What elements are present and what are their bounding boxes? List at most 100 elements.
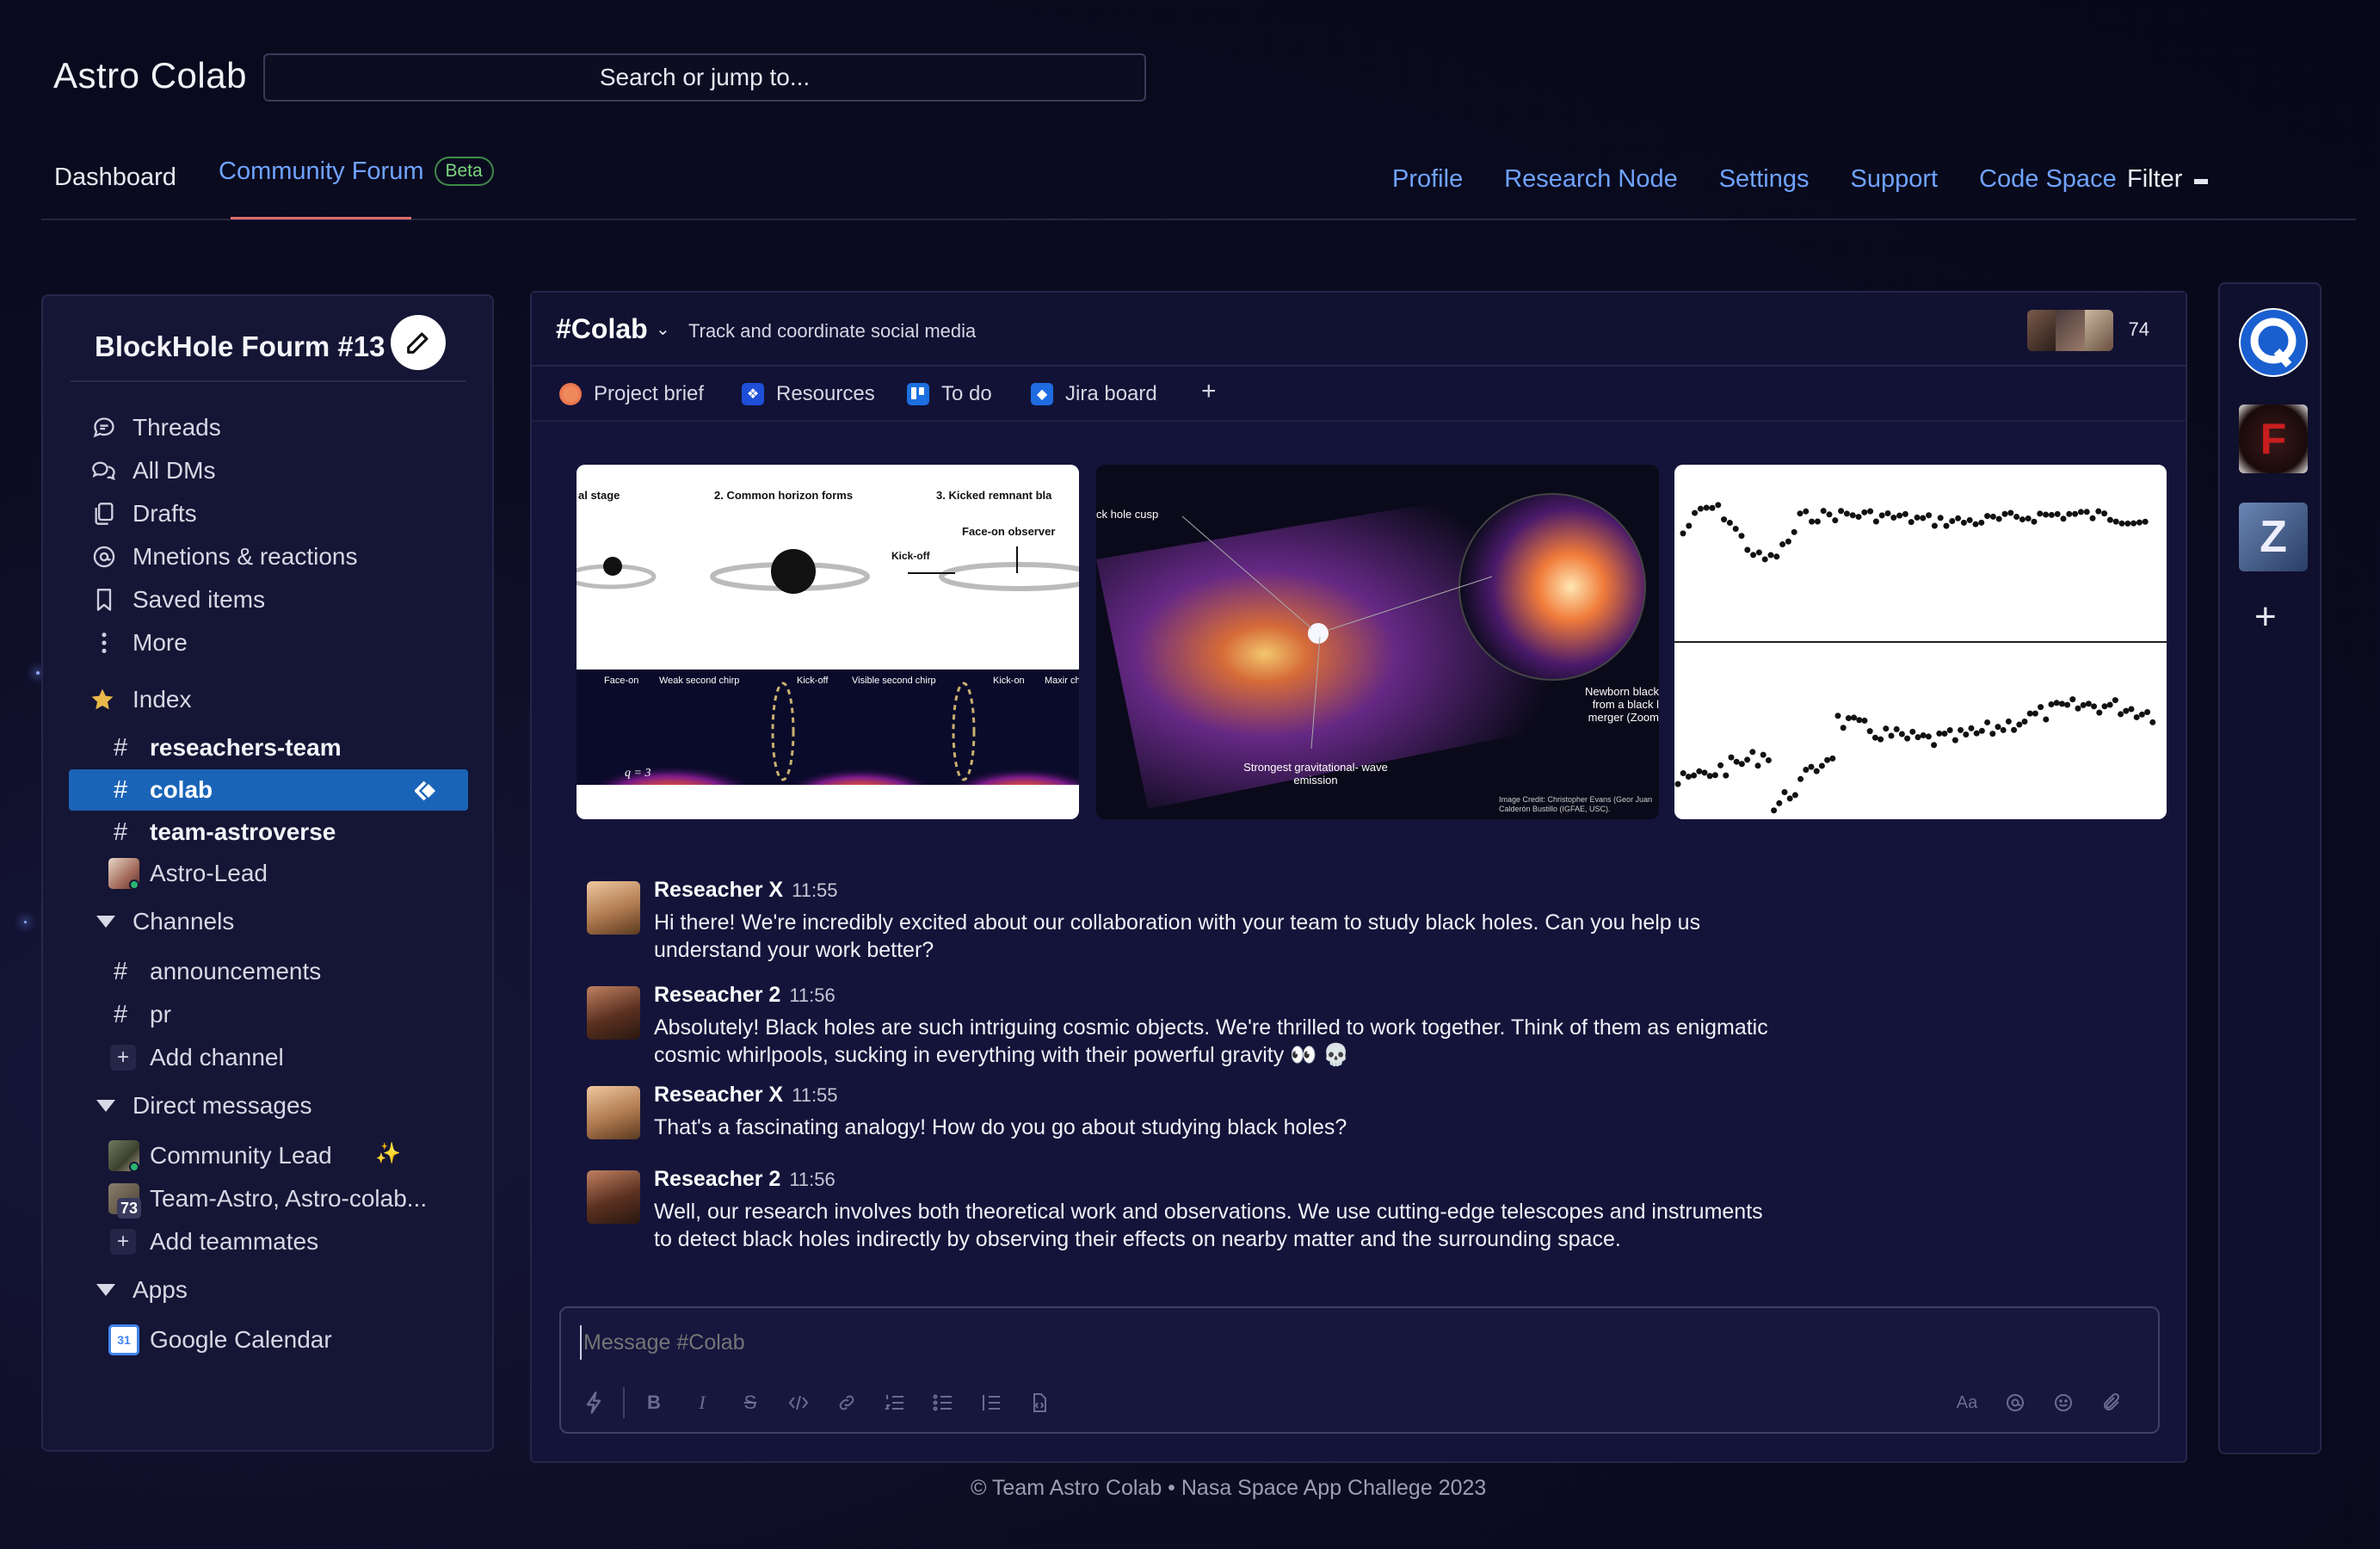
sidebar-item-more[interactable]: More bbox=[43, 623, 492, 663]
tab-resources[interactable]: ❖ Resources bbox=[742, 382, 875, 406]
plot-point bbox=[1696, 768, 1703, 774]
nav-dashboard[interactable]: Dashboard bbox=[54, 164, 176, 192]
nav-code-space[interactable]: Code Space bbox=[1979, 165, 2117, 194]
message-author[interactable]: Reseacher X 11:55 bbox=[654, 878, 838, 903]
plot-point bbox=[1936, 730, 1943, 737]
text-format-icon[interactable]: Aa bbox=[1951, 1387, 1982, 1418]
edit-icon bbox=[407, 332, 429, 354]
workspace-header: BlockHole Fourm #13 bbox=[43, 296, 492, 382]
emoji-icon[interactable] bbox=[2048, 1387, 2079, 1418]
section-channels[interactable]: Channels bbox=[43, 902, 492, 941]
shortcuts-lightning-icon[interactable] bbox=[578, 1387, 609, 1418]
online-status-icon bbox=[129, 1162, 139, 1172]
dm-team-astro-group[interactable]: 73 Team-Astro, Astro-colab... bbox=[43, 1179, 492, 1219]
plot-point bbox=[1779, 541, 1786, 548]
quora-app-icon[interactable] bbox=[2239, 308, 2308, 377]
link-icon[interactable] bbox=[831, 1387, 862, 1418]
blockquote-icon[interactable] bbox=[976, 1387, 1007, 1418]
avatar[interactable] bbox=[587, 1170, 640, 1224]
red-f-app-icon[interactable]: F bbox=[2239, 404, 2308, 473]
add-app-button[interactable]: + bbox=[2254, 596, 2277, 639]
plot-point bbox=[1931, 742, 1938, 749]
channel-announcements[interactable]: # announcements bbox=[43, 952, 492, 991]
code-block-icon[interactable] bbox=[1024, 1387, 1055, 1418]
nav-research-node[interactable]: Research Node bbox=[1504, 165, 1678, 194]
sidebar-section-index[interactable]: Index bbox=[43, 680, 492, 719]
tab-to-do[interactable]: To do bbox=[907, 382, 992, 406]
channel-team-astroverse[interactable]: # team-astroverse bbox=[43, 812, 492, 852]
jira-icon: ◆ bbox=[1031, 383, 1053, 405]
diagram-label: Kick-off bbox=[891, 550, 931, 562]
plot-point bbox=[2001, 510, 2008, 517]
sidebar-item-threads[interactable]: Threads bbox=[43, 408, 492, 447]
sidebar-item-label: Saved items bbox=[133, 586, 266, 613]
message-input[interactable] bbox=[580, 1325, 1785, 1360]
diagram-label: Kick-on bbox=[993, 676, 1025, 686]
attach-paperclip-icon[interactable] bbox=[2096, 1387, 2127, 1418]
channel-panel: #Colab ⌄ Track and coordinate social med… bbox=[530, 291, 2187, 1463]
plot-point bbox=[1692, 509, 1699, 516]
channel-pr[interactable]: # pr bbox=[43, 995, 492, 1034]
plot-point bbox=[1966, 516, 1973, 523]
message-author[interactable]: Reseacher 2 11:56 bbox=[654, 1167, 835, 1192]
chevron-down-icon[interactable]: ⌄ bbox=[656, 318, 670, 340]
add-tab-button[interactable]: + bbox=[1201, 377, 1217, 406]
nav-community-forum[interactable]: Community Forum Beta bbox=[219, 157, 494, 186]
sidebar-item-saved[interactable]: Saved items bbox=[43, 580, 492, 620]
z-app-icon[interactable]: Z bbox=[2239, 503, 2308, 571]
dm-community-lead[interactable]: Community Lead ✨ bbox=[43, 1136, 492, 1176]
plot-point bbox=[1908, 519, 1914, 526]
bulleted-list-icon[interactable] bbox=[928, 1387, 959, 1418]
dm-astro-lead[interactable]: Astro-Lead bbox=[43, 854, 492, 893]
avatar[interactable] bbox=[587, 1086, 640, 1139]
plot-point bbox=[1914, 734, 1921, 741]
plot-point bbox=[1771, 807, 1778, 814]
section-apps[interactable]: Apps bbox=[43, 1270, 492, 1310]
italic-icon[interactable]: I bbox=[687, 1387, 718, 1418]
message-author[interactable]: Reseacher X 11:55 bbox=[654, 1083, 838, 1108]
attachment-image-plots[interactable] bbox=[1674, 465, 2167, 819]
tab-jira-board[interactable]: ◆ Jira board bbox=[1031, 382, 1157, 406]
plot-point bbox=[1978, 727, 1985, 734]
add-channel-button[interactable]: + Add channel bbox=[43, 1038, 492, 1077]
channel-title[interactable]: #Colab bbox=[556, 313, 648, 345]
section-direct-messages[interactable]: Direct messages bbox=[43, 1086, 492, 1126]
nav-profile[interactable]: Profile bbox=[1392, 165, 1463, 194]
sidebar-item-all-dms[interactable]: All DMs bbox=[43, 451, 492, 491]
sidebar-item-drafts[interactable]: Drafts bbox=[43, 494, 492, 534]
message-text: Absolutely! Black holes are such intrigu… bbox=[654, 1015, 1768, 1067]
strikethrough-icon[interactable]: S bbox=[735, 1387, 766, 1418]
tab-project-brief[interactable]: Project brief bbox=[559, 382, 704, 406]
plot-point bbox=[2043, 511, 2050, 518]
ordered-list-icon[interactable] bbox=[879, 1387, 910, 1418]
avatar[interactable] bbox=[587, 986, 640, 1040]
plot-point bbox=[1941, 730, 1948, 737]
message-text: That's a fascinating analogy! How do you… bbox=[654, 1115, 1347, 1139]
member-avatars[interactable] bbox=[2027, 310, 2113, 351]
member-count[interactable]: 74 bbox=[2129, 318, 2149, 341]
nav-settings[interactable]: Settings bbox=[1719, 165, 1810, 194]
app-google-calendar[interactable]: 31 Google Calendar bbox=[43, 1320, 492, 1360]
plot-point bbox=[1989, 731, 1996, 737]
message-author[interactable]: Reseacher 2 11:56 bbox=[654, 983, 835, 1008]
nav-filter[interactable]: Filter bbox=[2127, 165, 2209, 194]
code-icon[interactable] bbox=[783, 1387, 814, 1418]
bold-icon[interactable]: B bbox=[638, 1387, 669, 1418]
attachment-image-simulation[interactable]: ck hole cusp Newborn black from a black … bbox=[1096, 465, 1659, 819]
sidebar-item-mentions[interactable]: Mnetions & reactions bbox=[43, 537, 492, 577]
plot-point bbox=[2053, 700, 2060, 707]
channel-reseachers-team[interactable]: # reseachers-team bbox=[43, 728, 492, 768]
nav-support[interactable]: Support bbox=[1851, 165, 1939, 194]
plot-point bbox=[2106, 701, 2113, 708]
avatar[interactable] bbox=[587, 881, 640, 935]
compose-button[interactable] bbox=[391, 315, 446, 370]
code-diamond-icon bbox=[414, 780, 441, 807]
channel-colab[interactable]: # colab bbox=[69, 769, 468, 811]
plot-point bbox=[1984, 513, 1991, 520]
add-teammates-button[interactable]: + Add teammates bbox=[43, 1222, 492, 1262]
attachment-image-merger-diagram[interactable]: al stage 2. Common horizon forms 3. Kick… bbox=[577, 465, 1079, 819]
workspace-name[interactable]: BlockHole Fourm #13 bbox=[95, 330, 385, 363]
mention-icon[interactable] bbox=[2000, 1387, 2031, 1418]
search-input[interactable]: Search or jump to... bbox=[263, 53, 1146, 102]
diagram-label: Face-on observer bbox=[962, 525, 1055, 538]
